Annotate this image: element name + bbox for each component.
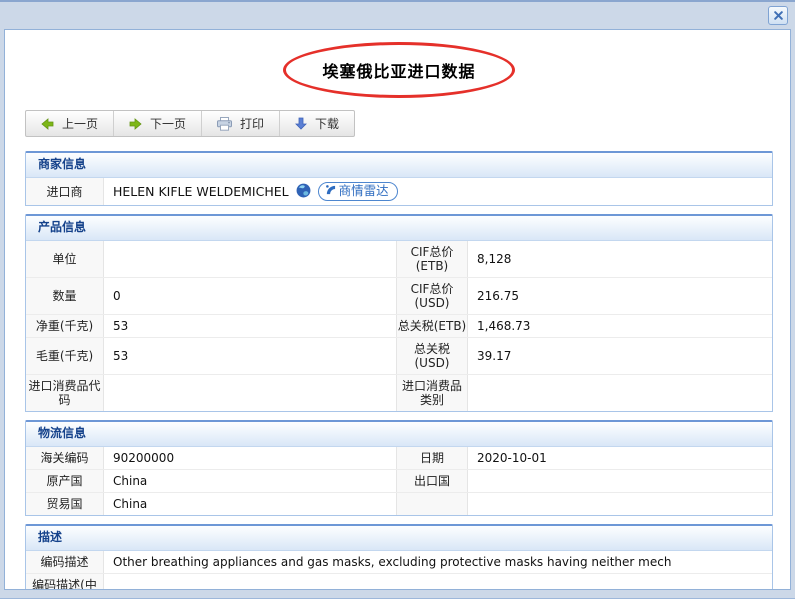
- radar-badge-label: 商情雷达: [339, 184, 389, 198]
- field-value: [104, 574, 772, 590]
- importer-label: 进口商: [26, 178, 104, 205]
- field-label: 编码描述(中文): [26, 574, 104, 590]
- field-value: Other breathing appliances and gas masks…: [104, 551, 772, 573]
- info-sections: 商家信息 进口商 HELEN KIFLE WELDEMICHEL: [25, 151, 773, 590]
- section-header: 描述: [26, 526, 772, 551]
- field-label: CIF总价(ETB): [396, 241, 468, 277]
- table-row: 数量 0 CIF总价(USD) 216.75: [26, 277, 772, 314]
- section-merchant-info: 商家信息 进口商 HELEN KIFLE WELDEMICHEL: [25, 151, 773, 206]
- table-row: 净重(千克) 53 总关税(ETB) 1,468.73: [26, 314, 772, 337]
- window-titlebar: [0, 2, 795, 29]
- popup-window: 埃塞俄比亚进口数据 上一页 下一页: [0, 0, 795, 599]
- prev-page-button[interactable]: 上一页: [26, 111, 114, 136]
- field-value: [468, 375, 772, 411]
- field-value: [104, 241, 396, 277]
- field-label: 出口国: [396, 470, 468, 492]
- table-row: 原产国 China 出口国: [26, 469, 772, 492]
- table-row: 编码描述 Other breathing appliances and gas …: [26, 551, 772, 573]
- table-row: 海关编码 90200000 日期 2020-10-01: [26, 447, 772, 469]
- field-label: 总关税(ETB): [396, 315, 468, 337]
- printer-icon: [217, 117, 232, 131]
- next-page-button[interactable]: 下一页: [114, 111, 202, 136]
- field-label: 贸易国: [26, 493, 104, 515]
- field-label: 日期: [396, 447, 468, 469]
- arrow-right-icon: [129, 118, 142, 130]
- window-footer: [0, 590, 795, 598]
- field-value: 0: [104, 278, 396, 314]
- paging-toolbar: 上一页 下一页 打印: [25, 110, 355, 137]
- importer-value-cell: HELEN KIFLE WELDEMICHEL: [104, 178, 772, 205]
- field-value: 39.17: [468, 338, 772, 374]
- dialog-content: 埃塞俄比亚进口数据 上一页 下一页: [4, 29, 791, 590]
- field-label: [396, 493, 468, 515]
- field-value: 216.75: [468, 278, 772, 314]
- page-title: 埃塞俄比亚进口数据: [322, 58, 475, 82]
- arrow-down-icon: [295, 117, 307, 130]
- field-label: CIF总价(USD): [396, 278, 468, 314]
- globe-icon[interactable]: [296, 183, 311, 201]
- field-value: 53: [104, 315, 396, 337]
- field-label: 原产国: [26, 470, 104, 492]
- importer-name: HELEN KIFLE WELDEMICHEL: [113, 185, 289, 199]
- next-page-label: 下一页: [150, 115, 186, 132]
- field-label: 总关税(USD): [396, 338, 468, 374]
- section-header: 产品信息: [26, 216, 772, 241]
- field-value: [104, 375, 396, 411]
- field-value: China: [104, 470, 396, 492]
- field-label: 数量: [26, 278, 104, 314]
- table-row: 进口消费品代码 进口消费品类别: [26, 374, 772, 411]
- table-row: 毛重(千克) 53 总关税(USD) 39.17: [26, 337, 772, 374]
- close-button[interactable]: [768, 6, 788, 25]
- field-value: [468, 470, 772, 492]
- close-icon: [774, 9, 783, 23]
- field-label: 进口消费品代码: [26, 375, 104, 411]
- section-header: 物流信息: [26, 422, 772, 447]
- satellite-dish-icon: [325, 184, 336, 198]
- field-value: China: [104, 493, 396, 515]
- field-value: 90200000: [104, 447, 396, 469]
- section-logistics-info: 物流信息 海关编码 90200000 日期 2020-10-01 原产国 Chi…: [25, 420, 773, 516]
- table-row: 编码描述(中文): [26, 573, 772, 590]
- print-label: 打印: [240, 115, 264, 132]
- field-value: 53: [104, 338, 396, 374]
- field-label: 海关编码: [26, 447, 104, 469]
- section-product-info: 产品信息 单位 CIF总价(ETB) 8,128 数量 0 CIF总价(USD)…: [25, 214, 773, 412]
- field-label: 进口消费品类别: [396, 375, 468, 411]
- section-description: 描述 编码描述 Other breathing appliances and g…: [25, 524, 773, 590]
- field-label: 编码描述: [26, 551, 104, 573]
- download-button[interactable]: 下载: [280, 111, 354, 136]
- field-label: 单位: [26, 241, 104, 277]
- field-value: 2020-10-01: [468, 447, 772, 469]
- table-row: 贸易国 China: [26, 492, 772, 515]
- red-circle-annotation: 埃塞俄比亚进口数据: [283, 42, 515, 98]
- business-radar-badge[interactable]: 商情雷达: [318, 182, 398, 201]
- prev-page-label: 上一页: [62, 115, 98, 132]
- field-label: 净重(千克): [26, 315, 104, 337]
- field-value: 8,128: [468, 241, 772, 277]
- field-value: [468, 493, 772, 515]
- section-header: 商家信息: [26, 153, 772, 178]
- print-button[interactable]: 打印: [202, 111, 280, 136]
- download-label: 下载: [315, 115, 339, 132]
- arrow-left-icon: [41, 118, 54, 130]
- field-value: 1,468.73: [468, 315, 772, 337]
- table-row: 单位 CIF总价(ETB) 8,128: [26, 241, 772, 277]
- table-row: 进口商 HELEN KIFLE WELDEMICHEL: [26, 178, 772, 205]
- field-label: 毛重(千克): [26, 338, 104, 374]
- title-area: 埃塞俄比亚进口数据: [25, 42, 773, 98]
